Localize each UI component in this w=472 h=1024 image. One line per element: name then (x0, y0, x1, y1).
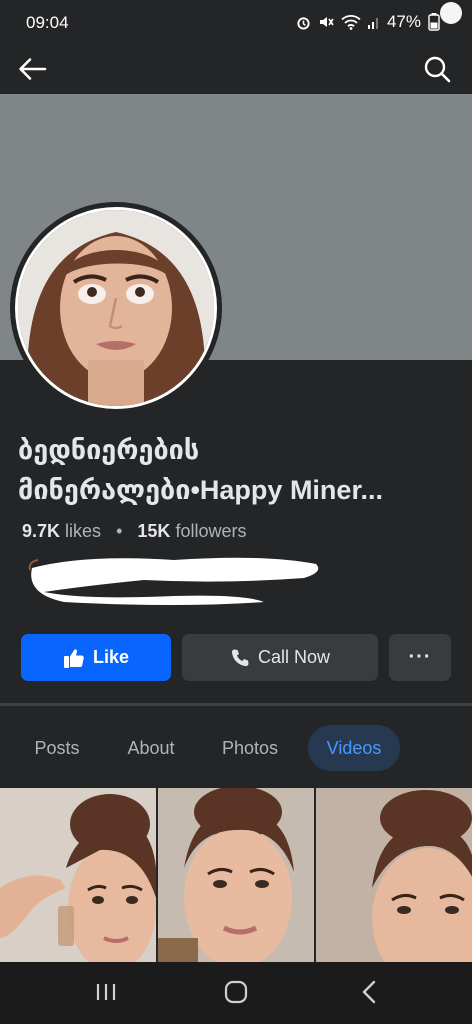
video-thumbnail[interactable] (0, 788, 156, 962)
more-options-button[interactable]: ··· (389, 634, 451, 681)
call-now-label: Call Now (257, 647, 331, 667)
thumbs-up-icon (63, 648, 84, 668)
arrow-left-icon (19, 58, 47, 80)
system-nav-bar (0, 962, 472, 1024)
status-icons: 47% (296, 12, 440, 32)
phone-icon (231, 649, 249, 666)
recents-button[interactable] (88, 976, 124, 1008)
likes-label: likes (65, 521, 102, 541)
app-header (0, 46, 472, 94)
stats-separator: • (116, 521, 123, 541)
like-button[interactable]: Like (21, 634, 171, 681)
tab-photos[interactable]: Photos (210, 725, 290, 771)
status-bar: 09:04 47% (0, 0, 472, 46)
status-time: 09:04 (26, 13, 69, 32)
search-icon (424, 56, 451, 83)
profile-avatar[interactable] (10, 202, 222, 414)
recents-icon (96, 984, 116, 1000)
notification-dot (440, 2, 462, 24)
action-row: Like Call Now ··· (21, 634, 451, 681)
likes-count: 9.7K (22, 521, 61, 541)
video-thumbnail[interactable] (158, 788, 314, 962)
video-thumbnail[interactable] (316, 788, 472, 962)
call-now-button[interactable]: Call Now (182, 634, 378, 681)
tab-videos[interactable]: Videos (308, 725, 400, 771)
video-grid (0, 788, 472, 962)
followers-label: followers (175, 521, 247, 541)
wifi-icon (341, 15, 361, 30)
home-button[interactable] (218, 976, 254, 1008)
like-label: Like (92, 647, 130, 667)
home-icon (224, 980, 248, 1004)
profile-tabs: Posts About Photos Videos (0, 706, 472, 788)
system-back-button[interactable] (352, 976, 388, 1008)
redaction-mark (28, 557, 319, 605)
back-button[interactable] (16, 52, 50, 86)
mute-icon (319, 17, 334, 27)
battery-percent: 47% (386, 12, 421, 31)
tab-posts[interactable]: Posts (22, 725, 92, 771)
page-title: ბედნიერების მინერალები•Happy Miner... (18, 430, 458, 510)
search-button[interactable] (420, 52, 454, 86)
followers-count: 15K (137, 521, 171, 541)
battery-icon (428, 13, 440, 31)
tab-about[interactable]: About (114, 725, 188, 771)
page-stats: 9.7K likes • 15K followers (22, 521, 246, 542)
avatar-image (15, 207, 217, 409)
chevron-left-icon (362, 980, 376, 1004)
signal-icon (367, 18, 378, 29)
more-options-icon: ··· (408, 646, 432, 668)
page-title-line-2: მინერალები•Happy Miner... (18, 475, 383, 505)
alarm-icon (297, 16, 310, 30)
page-title-line-1: ბედნიერების (18, 435, 200, 465)
